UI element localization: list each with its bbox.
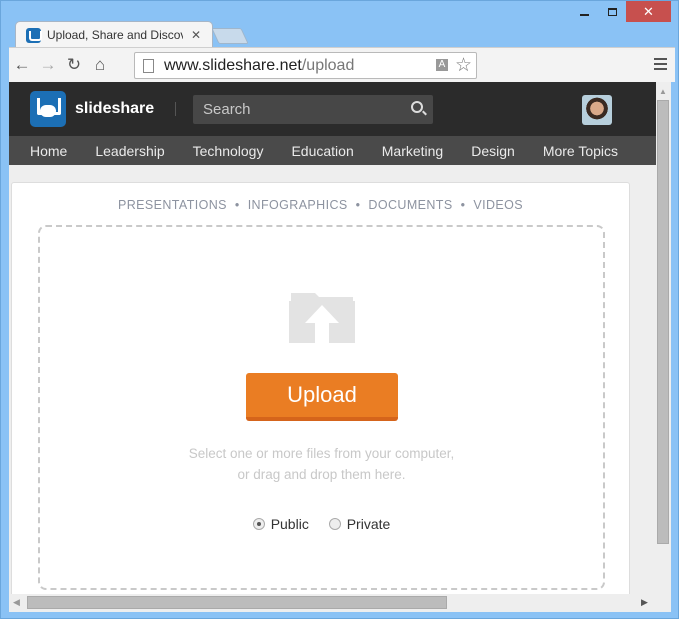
private-option[interactable]: Private <box>328 516 391 532</box>
slideshare-logo-icon[interactable] <box>30 91 66 127</box>
hint-line-1: Select one or more files from your compu… <box>188 446 455 461</box>
topics-nav: Home Leadership Technology Education Mar… <box>9 136 656 165</box>
public-option[interactable]: Public <box>252 516 309 532</box>
tab-title: Upload, Share and Discover <box>47 28 183 42</box>
type-presentations: PRESENTATIONS <box>117 198 227 212</box>
upload-button[interactable]: Upload <box>246 373 398 421</box>
url-path: /upload <box>301 56 355 74</box>
user-avatar[interactable] <box>582 95 612 125</box>
bookmark-star-icon[interactable]: ☆ <box>455 54 472 77</box>
page-icon <box>143 58 154 73</box>
type-videos: VIDEOS <box>473 198 523 212</box>
public-label: Public <box>270 516 309 532</box>
window-controls: ✕ <box>570 1 671 23</box>
search-input[interactable] <box>203 101 403 118</box>
page-viewport: slideshare Home Leadership Technology Ed… <box>9 82 656 594</box>
topic-home[interactable]: Home <box>30 143 67 159</box>
privacy-options: Public Private <box>40 516 603 532</box>
maximize-button[interactable] <box>598 1 626 22</box>
chrome-menu-icon[interactable] <box>654 58 667 73</box>
horizontal-scrollbar[interactable]: ◀ ▶ <box>9 594 671 612</box>
home-icon[interactable]: ⌂ <box>87 55 113 75</box>
back-icon[interactable]: ← <box>9 55 35 75</box>
type-documents: DOCUMENTS <box>368 198 453 212</box>
type-separator: • <box>460 198 466 212</box>
type-separator: • <box>355 198 361 212</box>
reload-icon[interactable]: ↻ <box>61 55 87 75</box>
vertical-scrollbar[interactable]: ▲ <box>656 82 671 594</box>
vertical-scroll-thumb[interactable] <box>657 100 669 544</box>
scroll-up-icon[interactable]: ▲ <box>659 87 667 96</box>
file-types: PRESENTATIONS • INFOGRAPHICS • DOCUMENTS • VID… <box>12 198 629 212</box>
header-divider <box>175 102 176 116</box>
type-infographics: INFOGRAPHICS <box>247 198 348 212</box>
forward-icon[interactable]: → <box>35 55 61 75</box>
browser-tab[interactable]: Upload, Share and Discover ✕ <box>15 21 213 48</box>
public-radio[interactable] <box>252 518 265 530</box>
url-text: www.slideshare.net/upload <box>164 57 354 75</box>
browser-toolbar: ← → ↻ ⌂ www.slideshare.net/upload A ☆ <box>9 47 675 82</box>
maximize-icon <box>607 7 617 16</box>
private-label: Private <box>346 516 391 532</box>
site-header: slideshare <box>9 82 656 136</box>
drop-zone[interactable]: Upload Select one or more files from you… <box>38 225 605 590</box>
search-box <box>193 95 433 124</box>
browser-window: ✕ Upload, Share and Discover ✕ ← → ↻ ⌂ w… <box>0 0 679 619</box>
hint-line-2: or drag and drop them here. <box>237 467 406 482</box>
url-host: www.slideshare.net <box>164 56 302 74</box>
horizontal-scroll-thumb[interactable] <box>27 596 447 609</box>
translate-icon[interactable]: A <box>436 59 448 71</box>
slideshare-favicon-icon <box>26 27 42 43</box>
private-radio[interactable] <box>328 518 341 530</box>
search-icon[interactable] <box>411 101 423 113</box>
close-window-button[interactable]: ✕ <box>626 1 671 22</box>
minimize-button[interactable] <box>570 1 598 22</box>
folder-upload-icon <box>289 293 355 343</box>
scroll-left-icon[interactable]: ◀ <box>13 597 20 608</box>
scroll-right-icon[interactable]: ▶ <box>641 597 648 608</box>
tab-close-icon[interactable]: ✕ <box>191 28 201 42</box>
new-tab-button[interactable] <box>211 28 249 44</box>
topic-more[interactable]: More Topics <box>543 143 618 159</box>
topic-marketing[interactable]: Marketing <box>382 143 443 159</box>
minimize-icon <box>579 13 589 16</box>
type-separator: • <box>234 198 240 212</box>
close-icon: ✕ <box>643 3 654 19</box>
upload-card: PRESENTATIONS • INFOGRAPHICS • DOCUMENTS • VID… <box>11 182 630 594</box>
topic-leadership[interactable]: Leadership <box>95 143 164 159</box>
topic-technology[interactable]: Technology <box>193 143 264 159</box>
brand-name[interactable]: slideshare <box>75 100 154 118</box>
topic-education[interactable]: Education <box>291 143 353 159</box>
address-bar[interactable]: www.slideshare.net/upload A ☆ <box>134 52 477 79</box>
upload-hint: Select one or more files from your compu… <box>40 443 603 485</box>
topic-design[interactable]: Design <box>471 143 515 159</box>
